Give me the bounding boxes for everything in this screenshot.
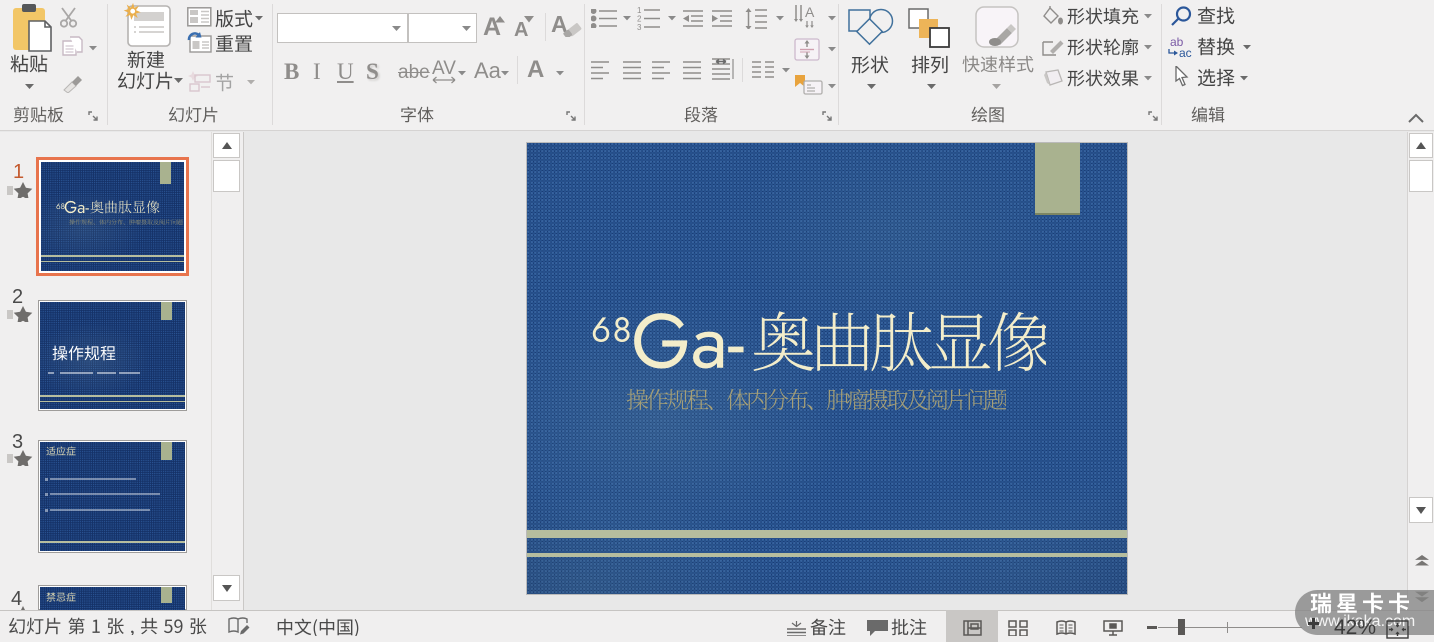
svg-text:A: A <box>805 5 815 20</box>
svg-text:ac: ac <box>1179 46 1192 58</box>
svg-text:3: 3 <box>637 23 642 30</box>
